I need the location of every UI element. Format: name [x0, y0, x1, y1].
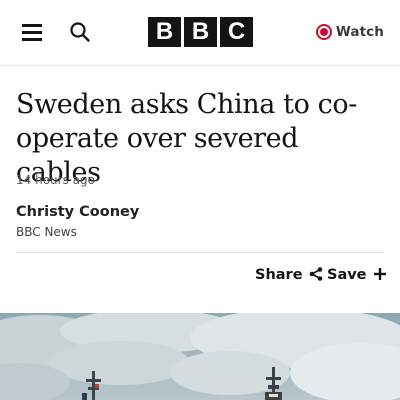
share-label: Share	[255, 267, 303, 283]
logo-letter: B	[184, 17, 217, 47]
author-source: BBC News	[16, 225, 77, 239]
search-icon[interactable]	[69, 21, 91, 43]
share-icon	[309, 266, 323, 285]
divider	[16, 252, 384, 253]
hamburger-menu-icon[interactable]	[22, 23, 42, 41]
author-name[interactable]: Christy Cooney	[16, 204, 139, 220]
watch-label: Watch	[335, 24, 384, 40]
save-button[interactable]: Save	[327, 265, 387, 285]
share-button[interactable]: Share	[255, 265, 323, 285]
plus-icon	[373, 266, 387, 285]
bbc-logo[interactable]: B B C	[148, 17, 253, 47]
logo-letter: C	[220, 17, 253, 47]
logo-letter: B	[148, 17, 181, 47]
save-label: Save	[327, 267, 367, 283]
watch-button[interactable]: Watch	[315, 22, 384, 42]
hero-image	[0, 313, 400, 400]
live-record-icon	[315, 24, 332, 40]
site-header: B B C Watch	[0, 0, 400, 66]
article-timestamp: 14 hours ago	[16, 173, 95, 187]
